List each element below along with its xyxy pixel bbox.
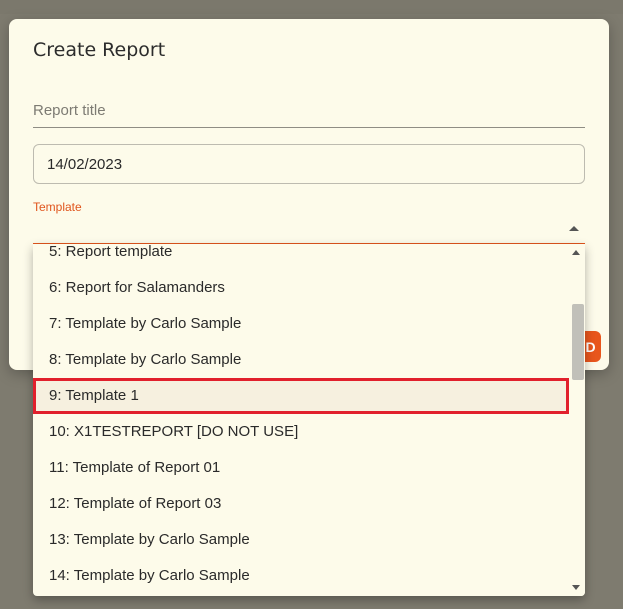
template-dropdown-list[interactable]: 5: Report template 6: Report for Salaman… — [33, 244, 585, 596]
template-options: 5: Report template 6: Report for Salaman… — [33, 244, 569, 594]
report-date-input[interactable]: 14/02/2023 — [33, 144, 585, 184]
template-option[interactable]: 6: Report for Salamanders — [33, 270, 567, 306]
template-select[interactable] — [33, 217, 585, 245]
dialog-title: Create Report — [33, 39, 166, 61]
template-option[interactable]: 11: Template of Report 01 — [33, 450, 567, 486]
report-title-input[interactable]: Report title — [33, 97, 585, 128]
template-option[interactable]: 14: Template by Carlo Sample — [33, 558, 567, 594]
template-option[interactable]: 7: Template by Carlo Sample — [33, 306, 567, 342]
scroll-down-arrow-icon[interactable] — [572, 585, 580, 590]
chevron-up-icon[interactable] — [569, 226, 579, 231]
template-option-selected[interactable]: 9: Template 1 — [33, 378, 569, 414]
dropdown-scrollbar[interactable] — [569, 244, 585, 596]
backdrop-header — [0, 0, 623, 14]
scroll-up-arrow-icon[interactable] — [572, 250, 580, 255]
template-option[interactable]: 5: Report template — [33, 244, 567, 270]
report-title-placeholder: Report title — [33, 102, 106, 119]
template-option[interactable]: 8: Template by Carlo Sample — [33, 342, 567, 378]
template-option[interactable]: 13: Template by Carlo Sample — [33, 522, 567, 558]
template-label: Template — [33, 200, 82, 214]
template-option[interactable]: 12: Template of Report 03 — [33, 486, 567, 522]
report-date-value: 14/02/2023 — [47, 156, 123, 173]
scrollbar-thumb[interactable] — [572, 304, 584, 380]
template-option[interactable]: 10: X1TESTREPORT [DO NOT USE] — [33, 414, 567, 450]
